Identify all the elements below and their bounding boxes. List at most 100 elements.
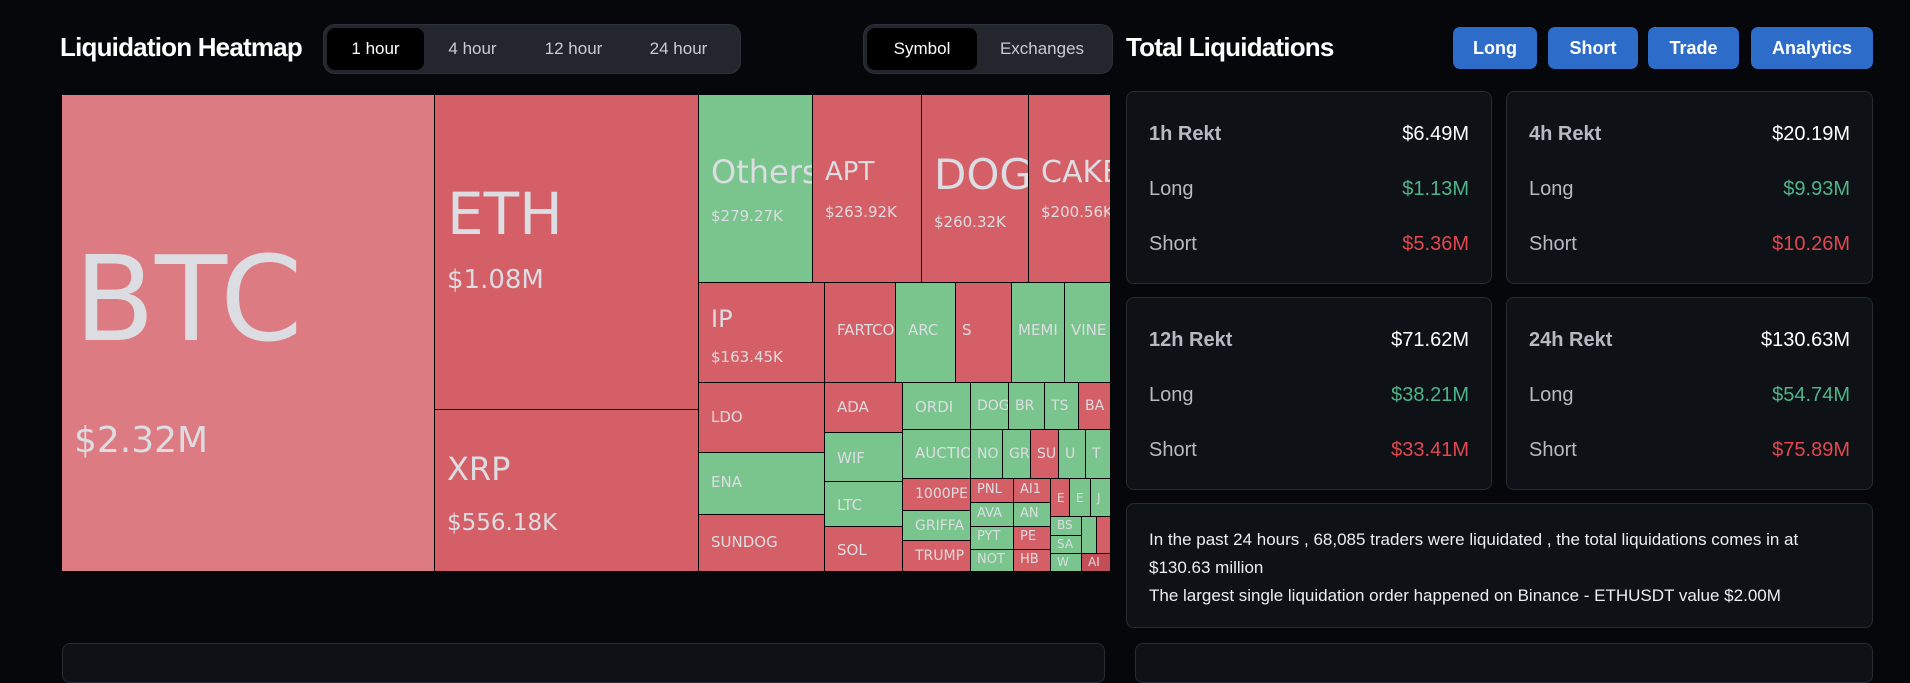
treemap-cell-symbol: T <box>1092 446 1101 462</box>
treemap-cell-symbol: LTC <box>837 496 863 514</box>
treemap-cell-pyt[interactable]: PYT <box>971 527 1014 550</box>
treemap-cell-ena[interactable]: ENA <box>699 453 825 515</box>
long-value: $9.93M <box>1783 178 1850 200</box>
bottom-panel-left <box>62 643 1105 683</box>
treemap-cell-ordi[interactable]: ORDI <box>903 383 971 430</box>
treemap-cell-symbol: W <box>1057 555 1069 569</box>
treemap-cell-wif[interactable]: WIF <box>825 433 903 482</box>
treemap-cell-e[interactable]: E <box>1070 479 1091 517</box>
treemap-cell-symbol: E <box>1057 491 1065 505</box>
treemap-cell-symbol: CAKE <box>1041 155 1110 190</box>
treemap-cell-u[interactable]: U <box>1059 430 1086 479</box>
treemap-cell-su[interactable]: SU <box>1031 430 1059 479</box>
time-option-4h[interactable]: 4 hour <box>424 28 521 70</box>
treemap-cell-ava[interactable]: AVA <box>971 503 1014 527</box>
treemap-cell-pe[interactable]: PE <box>1014 527 1051 550</box>
treemap-cell-symbol: DOGE <box>934 150 1029 199</box>
treemap-cell-ada[interactable]: ADA <box>825 383 903 433</box>
treemap-cell-trump[interactable]: TRUMP <box>903 541 971 572</box>
short-button[interactable]: Short <box>1548 27 1638 69</box>
treemap-cell-symbol: 1000PE <box>915 486 968 502</box>
treemap-cell-sa[interactable]: SA <box>1051 536 1082 554</box>
treemap-cell-others[interactable]: Others $279.27K <box>699 95 813 283</box>
time-option-24h[interactable]: 24 hour <box>626 28 731 70</box>
treemap-cell-symbol: SU <box>1037 446 1057 462</box>
long-label: Long <box>1529 384 1574 406</box>
treemap-cell-symbol: BTC <box>74 230 303 368</box>
analytics-button[interactable]: Analytics <box>1751 27 1873 69</box>
treemap-cell-ip[interactable]: IP $163.45K <box>699 283 825 383</box>
treemap-cell-memi[interactable]: MEMI <box>1012 283 1065 383</box>
treemap-cell-hb[interactable]: HB <box>1014 550 1051 572</box>
rekt-card-total: $20.19M <box>1772 123 1850 145</box>
treemap-cell-arc[interactable]: ARC <box>896 283 956 383</box>
treemap-cell-s[interactable]: S <box>956 283 1012 383</box>
treemap-cell-value: $279.27K <box>711 207 783 225</box>
treemap-cell-symbol: Others <box>711 153 813 191</box>
time-option-12h[interactable]: 12 hour <box>521 28 626 70</box>
treemap-cell-symbol: APT <box>825 157 875 187</box>
treemap-cell-vine[interactable]: VINE <box>1065 283 1111 383</box>
treemap-cell-t[interactable]: T <box>1086 430 1111 479</box>
treemap-cell-cake[interactable]: CAKE $200.56K <box>1029 95 1111 283</box>
treemap-cell-sol[interactable]: SOL <box>825 527 903 572</box>
treemap-cell-not[interactable]: NOT <box>971 550 1014 572</box>
treemap-cell-dog[interactable]: DOG <box>971 383 1009 430</box>
treemap-cell-doge[interactable]: DOGE $260.32K <box>922 95 1029 283</box>
treemap-cell-symbol: PE <box>1020 529 1037 544</box>
treemap-cell-apt[interactable]: APT $263.92K <box>813 95 922 283</box>
rekt-card-1h: 1h Rekt $6.49M Long $1.13M Short $5.36M <box>1126 91 1492 284</box>
rekt-card-label: 4h Rekt <box>1529 123 1602 145</box>
treemap-cell-ba[interactable]: BA <box>1079 383 1111 430</box>
long-button[interactable]: Long <box>1453 27 1537 69</box>
treemap-cell-symbol: S <box>962 321 972 339</box>
treemap-cell-xrp[interactable]: XRP $556.18K <box>435 410 699 572</box>
treemap-cell-btc[interactable]: BTC $2.32M <box>62 95 435 572</box>
treemap-cell-br[interactable]: BR <box>1009 383 1045 430</box>
rekt-card-total: $71.62M <box>1391 329 1469 351</box>
treemap-cell-1000pe[interactable]: 1000PE <box>903 479 971 511</box>
treemap-cell-ltc[interactable]: LTC <box>825 482 903 527</box>
treemap-cell-symbol: AN <box>1020 506 1039 521</box>
treemap-cell-value: $1.08M <box>447 265 544 295</box>
treemap-cell-eth[interactable]: ETH $1.08M <box>435 95 699 410</box>
group-option-exchanges[interactable]: Exchanges <box>977 28 1107 70</box>
treemap-cell-auctio[interactable]: AUCTIO <box>903 430 971 479</box>
treemap-cell-ts[interactable]: TS <box>1045 383 1079 430</box>
treemap-cell-ai[interactable]: AI <box>1082 554 1111 572</box>
treemap-cell-symbol: U <box>1065 446 1076 462</box>
short-value: $5.36M <box>1402 233 1469 255</box>
treemap-cell-symbol: J <box>1097 491 1101 505</box>
treemap-cell-sundog[interactable]: SUNDOG <box>699 515 825 572</box>
treemap-cell-value: $2.32M <box>74 420 209 461</box>
long-label: Long <box>1149 178 1194 200</box>
long-value: $38.21M <box>1391 384 1469 406</box>
treemap-cell-symbol: IP <box>711 305 733 333</box>
treemap-cell-ai1[interactable]: AI1 <box>1014 479 1051 503</box>
treemap-cell-symbol: PNL <box>977 482 1002 497</box>
treemap-cell-ldo[interactable]: LDO <box>699 383 825 453</box>
treemap-cell-w[interactable]: W <box>1051 554 1082 572</box>
treemap-cell-no[interactable]: NO <box>971 430 1003 479</box>
treemap-cell-symbol: ETH <box>447 180 563 248</box>
group-by-toggle: Symbol Exchanges <box>863 24 1113 74</box>
treemap-cell-unlabeled[interactable] <box>1082 517 1097 554</box>
treemap-cell-value: $556.18K <box>447 510 558 536</box>
treemap-cell-unlabeled[interactable] <box>1097 517 1111 554</box>
rekt-card-label: 24h Rekt <box>1529 329 1613 351</box>
treemap-cell-symbol: NO <box>977 446 999 462</box>
time-option-1h[interactable]: 1 hour <box>327 28 424 70</box>
treemap-cell-fartco[interactable]: FARTCO <box>825 283 896 383</box>
treemap-cell-an[interactable]: AN <box>1014 503 1051 527</box>
treemap-cell-gr[interactable]: GR <box>1003 430 1031 479</box>
treemap-cell-symbol: DOG <box>977 398 1009 414</box>
treemap-cell-e[interactable]: E <box>1051 479 1070 517</box>
trade-button[interactable]: Trade <box>1648 27 1739 69</box>
treemap-cell-value: $260.32K <box>934 213 1006 231</box>
treemap-cell-griffa[interactable]: GRIFFA <box>903 511 971 541</box>
treemap-cell-symbol: GRIFFA <box>915 518 965 534</box>
treemap-cell-j[interactable]: J <box>1091 479 1111 517</box>
treemap-cell-pnl[interactable]: PNL <box>971 479 1014 503</box>
treemap-cell-bs[interactable]: BS <box>1051 517 1082 536</box>
group-option-symbol[interactable]: Symbol <box>867 28 977 70</box>
